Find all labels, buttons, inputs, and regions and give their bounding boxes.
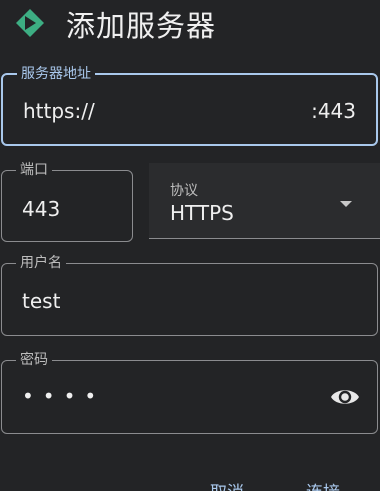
protocol-label: 协议 xyxy=(170,183,198,199)
dropdown-arrow-icon[interactable] xyxy=(340,201,352,207)
password-field[interactable]: 密码 •••• xyxy=(1,351,378,434)
username-input[interactable]: test xyxy=(22,289,60,313)
dialog-actions: 取消 连接 xyxy=(0,478,380,491)
dialog-header: 添加服务器 xyxy=(0,0,380,48)
add-server-dialog: 添加服务器 服务器地址 https:// :443 端口 443 协议 HTTP… xyxy=(0,0,380,491)
server-address-input[interactable]: https:// xyxy=(23,99,95,123)
port-label: 端口 xyxy=(16,161,52,179)
server-address-label: 服务器地址 xyxy=(17,65,95,83)
username-field[interactable]: 用户名 test xyxy=(1,254,378,336)
port-field[interactable]: 端口 443 xyxy=(1,161,133,242)
server-address-field[interactable]: 服务器地址 https:// :443 xyxy=(1,65,378,146)
eye-icon[interactable] xyxy=(330,385,360,409)
server-port-suffix: :443 xyxy=(311,99,356,123)
port-input[interactable]: 443 xyxy=(22,197,60,221)
password-input[interactable]: •••• xyxy=(22,384,105,408)
connect-button[interactable]: 连接 xyxy=(306,478,340,491)
app-logo-icon xyxy=(16,9,44,37)
protocol-selected-value: HTTPS xyxy=(170,201,234,225)
cancel-button[interactable]: 取消 xyxy=(210,478,244,491)
password-label: 密码 xyxy=(16,351,52,369)
protocol-select[interactable]: 协议 HTTPS xyxy=(149,163,380,239)
username-label: 用户名 xyxy=(16,254,66,272)
dialog-title: 添加服务器 xyxy=(66,9,217,43)
